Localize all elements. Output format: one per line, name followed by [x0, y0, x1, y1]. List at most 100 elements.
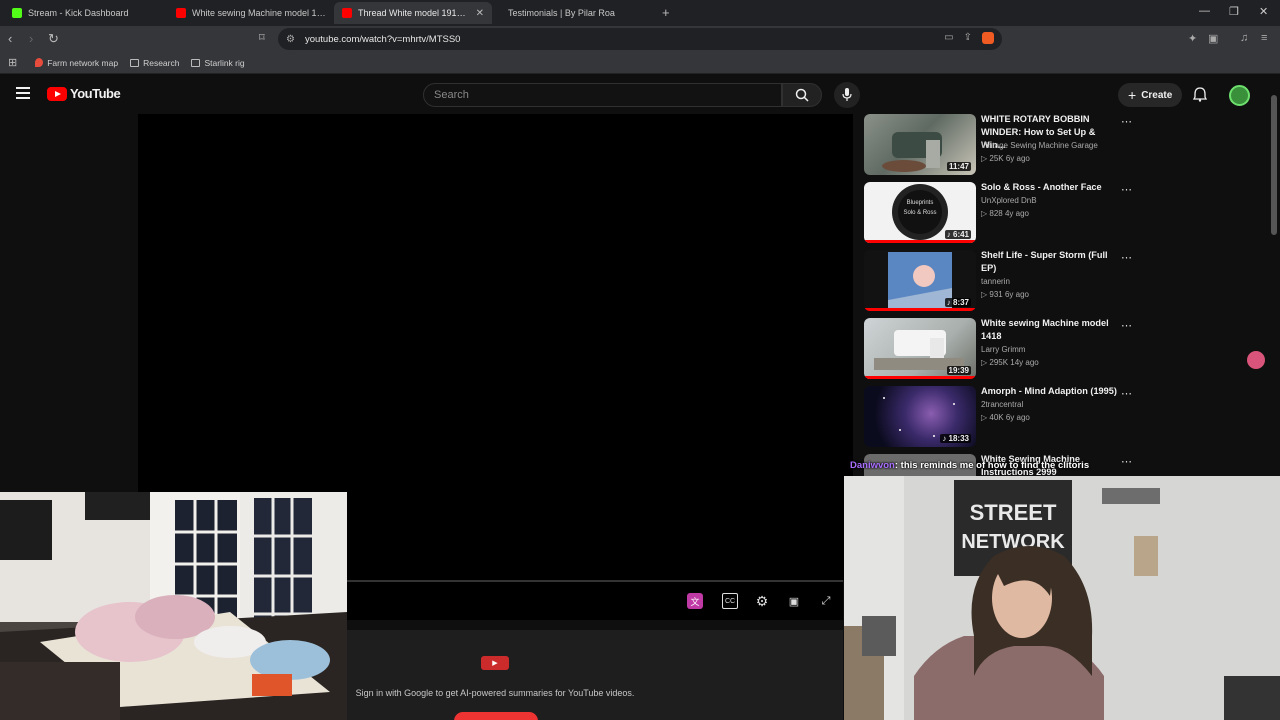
floating-extension-icon[interactable] — [1247, 351, 1265, 369]
restore-icon[interactable]: ❐ — [1229, 5, 1239, 18]
bookmark-label: Research — [143, 57, 180, 68]
bookmark-label: Farm network map — [47, 57, 119, 68]
svg-text:Solo & Ross: Solo & Ross — [903, 210, 936, 216]
miniplayer-icon[interactable]: ▣ — [786, 593, 802, 609]
ai-summary-icon[interactable]: 文 — [687, 593, 703, 609]
share-icon[interactable]: ⇪ — [964, 32, 972, 44]
webcam-overlay-left — [0, 492, 347, 720]
minimize-icon[interactable]: — — [1199, 5, 1210, 17]
settings-gear-icon[interactable]: ⚙ — [754, 593, 770, 609]
create-label: Create — [1141, 89, 1173, 101]
bookmark-starlink-rig[interactable]: Starlink rig — [191, 57, 245, 68]
list-item[interactable]: ♪ 18:33 Amorph - Mind Adaption (1995) 2t… — [864, 385, 1144, 453]
video-duration: 19:39 — [946, 366, 971, 375]
ai-summary-panel: ▶ Sign in with Google to get AI-powered … — [347, 630, 843, 720]
brave-shield-icon[interactable] — [982, 32, 994, 44]
browser-tab-bar: Stream - Kick Dashboard White sewing Mac… — [0, 0, 1280, 26]
hamburger-menu-icon[interactable] — [16, 87, 30, 99]
bookmark-icon[interactable]: ⌑ — [259, 31, 265, 44]
site-info-icon[interactable]: ⚙ — [286, 34, 295, 45]
channel-name[interactable]: tannerin — [981, 277, 1010, 286]
watch-progress-bar — [864, 240, 976, 243]
bookmark-label: Starlink rig — [204, 57, 245, 68]
video-thumbnail[interactable]: 11:47 — [864, 114, 976, 175]
chat-username: Daniwvon — [850, 460, 895, 471]
bookmark-research[interactable]: Research — [130, 58, 179, 68]
youtube-logo[interactable]: YouTube — [47, 86, 121, 101]
back-icon[interactable]: ‹ — [8, 31, 12, 46]
more-options-icon[interactable]: ⋯ — [1121, 115, 1132, 128]
video-meta: ▷ 828 4y ago — [981, 209, 1029, 218]
video-thumbnail[interactable]: ♪ 8:37 — [864, 250, 976, 311]
more-options-icon[interactable]: ⋯ — [1121, 319, 1132, 332]
watch-progress-bar — [864, 376, 976, 379]
video-duration: ♪ 6:41 — [944, 230, 971, 239]
reload-icon[interactable]: ↻ — [48, 31, 59, 47]
menu-icon[interactable]: ≡ — [1261, 32, 1267, 44]
list-item[interactable]: Blueprints Solo & Ross ♪ 6:41 Solo & Ross… — [864, 181, 1144, 249]
plus-icon: + — [1128, 87, 1137, 103]
bookmark-farm-network-map[interactable]: Farm network map — [35, 58, 118, 68]
address-bar[interactable]: ⚙ youtube.com/watch?v=mhrtv/MTSS0 ▭ ⇪ — [278, 28, 1002, 50]
player-controls: 文 CC ⚙ ▣ ⤢ — [347, 580, 843, 620]
kick-favicon-icon — [12, 8, 22, 18]
more-options-icon[interactable]: ⋯ — [1121, 387, 1132, 400]
list-item[interactable]: ♪ 8:37 Shelf Life - Super Storm (Full EP… — [864, 249, 1144, 317]
folder-icon — [191, 58, 201, 67]
forward-icon[interactable]: › — [29, 31, 33, 46]
video-title[interactable]: Shelf Life - Super Storm (Full EP) — [981, 249, 1121, 275]
tab-thread-white-model[interactable]: Thread White model 1919 sewin ✕ — [334, 2, 492, 24]
more-options-icon[interactable]: ⋯ — [1121, 455, 1132, 468]
list-item[interactable]: 19:39 White sewing Machine model 1418 La… — [864, 317, 1144, 385]
sign-in-button[interactable] — [454, 712, 538, 720]
video-thumbnail[interactable]: ♪ 18:33 — [864, 386, 976, 447]
tab-kick-dashboard[interactable]: Stream - Kick Dashboard — [4, 2, 168, 24]
tab-white-sewing-machine[interactable]: White sewing Machine model 1418 - — [168, 2, 334, 24]
media-icon[interactable]: ♫ — [1240, 32, 1248, 44]
more-options-icon[interactable]: ⋯ — [1121, 251, 1132, 264]
page-scrollbar[interactable] — [1271, 95, 1277, 235]
youtube-favicon-icon — [342, 8, 352, 18]
search-button[interactable] — [782, 83, 822, 107]
tab-testimonials[interactable]: Testimonials | By Pilar Roa — [500, 2, 660, 24]
new-tab-icon[interactable]: + — [662, 5, 670, 20]
sign-in-prompt: Sign in with Google to get AI-powered su… — [355, 688, 635, 698]
captions-icon[interactable]: CC — [722, 593, 738, 609]
video-meta: ▷ 25K 6y ago — [981, 154, 1030, 163]
more-options-icon[interactable]: ⋯ — [1121, 183, 1132, 196]
video-meta: ▷ 295K 14y ago — [981, 358, 1039, 367]
avatar[interactable] — [1229, 85, 1250, 106]
channel-name[interactable]: Vintage Sewing Machine Garage — [981, 141, 1098, 150]
close-tab-icon[interactable]: ✕ — [476, 8, 484, 19]
youtube-favicon-icon — [176, 8, 186, 18]
bookmarks-bar: ⊞ Farm network map Research Starlink rig — [0, 52, 1280, 74]
channel-name[interactable]: 2trancentral — [981, 400, 1023, 409]
apps-grid-icon[interactable]: ⊞ — [8, 56, 17, 69]
notifications-bell-icon[interactable] — [1192, 87, 1208, 105]
youtube-play-icon — [47, 86, 67, 101]
video-thumbnail[interactable]: Blueprints Solo & Ross ♪ 6:41 — [864, 182, 976, 243]
youtube-logo-text: YouTube — [70, 86, 121, 101]
fullscreen-icon[interactable]: ⤢ — [818, 593, 834, 609]
svg-text:Blueprints: Blueprints — [907, 200, 934, 206]
list-item[interactable]: 11:47 WHITE ROTARY BOBBIN WINDER: How to… — [864, 113, 1144, 181]
cast-icon[interactable]: ▭ — [944, 32, 953, 44]
street-poster-text: STREET — [970, 500, 1057, 525]
video-duration: ♪ 8:37 — [944, 298, 971, 307]
youtube-header: YouTube + Create — [0, 78, 1280, 112]
create-button[interactable]: + Create — [1118, 83, 1183, 107]
close-window-icon[interactable]: ✕ — [1259, 5, 1268, 18]
browser-toolbar: ‹ › ↻ ⌑ ⚙ youtube.com/watch?v=mhrtv/MTSS… — [0, 26, 1280, 52]
search-input[interactable] — [434, 89, 781, 101]
video-title[interactable]: White sewing Machine model 1418 — [981, 317, 1121, 343]
sidebar-icon[interactable]: ▣ — [1208, 32, 1218, 45]
channel-name[interactable]: UnXplored DnB — [981, 196, 1037, 205]
video-title[interactable]: Amorph - Mind Adaption (1995) — [981, 385, 1121, 398]
extensions-icon[interactable]: ✦ — [1188, 32, 1197, 45]
video-title[interactable]: Solo & Ross - Another Face — [981, 181, 1121, 194]
video-thumbnail[interactable]: 19:39 — [864, 318, 976, 379]
channel-name[interactable]: Larry Grimm — [981, 345, 1025, 354]
map-pin-icon — [35, 58, 44, 67]
voice-search-button[interactable] — [834, 82, 860, 108]
bedroom-webcam-image — [0, 492, 347, 720]
